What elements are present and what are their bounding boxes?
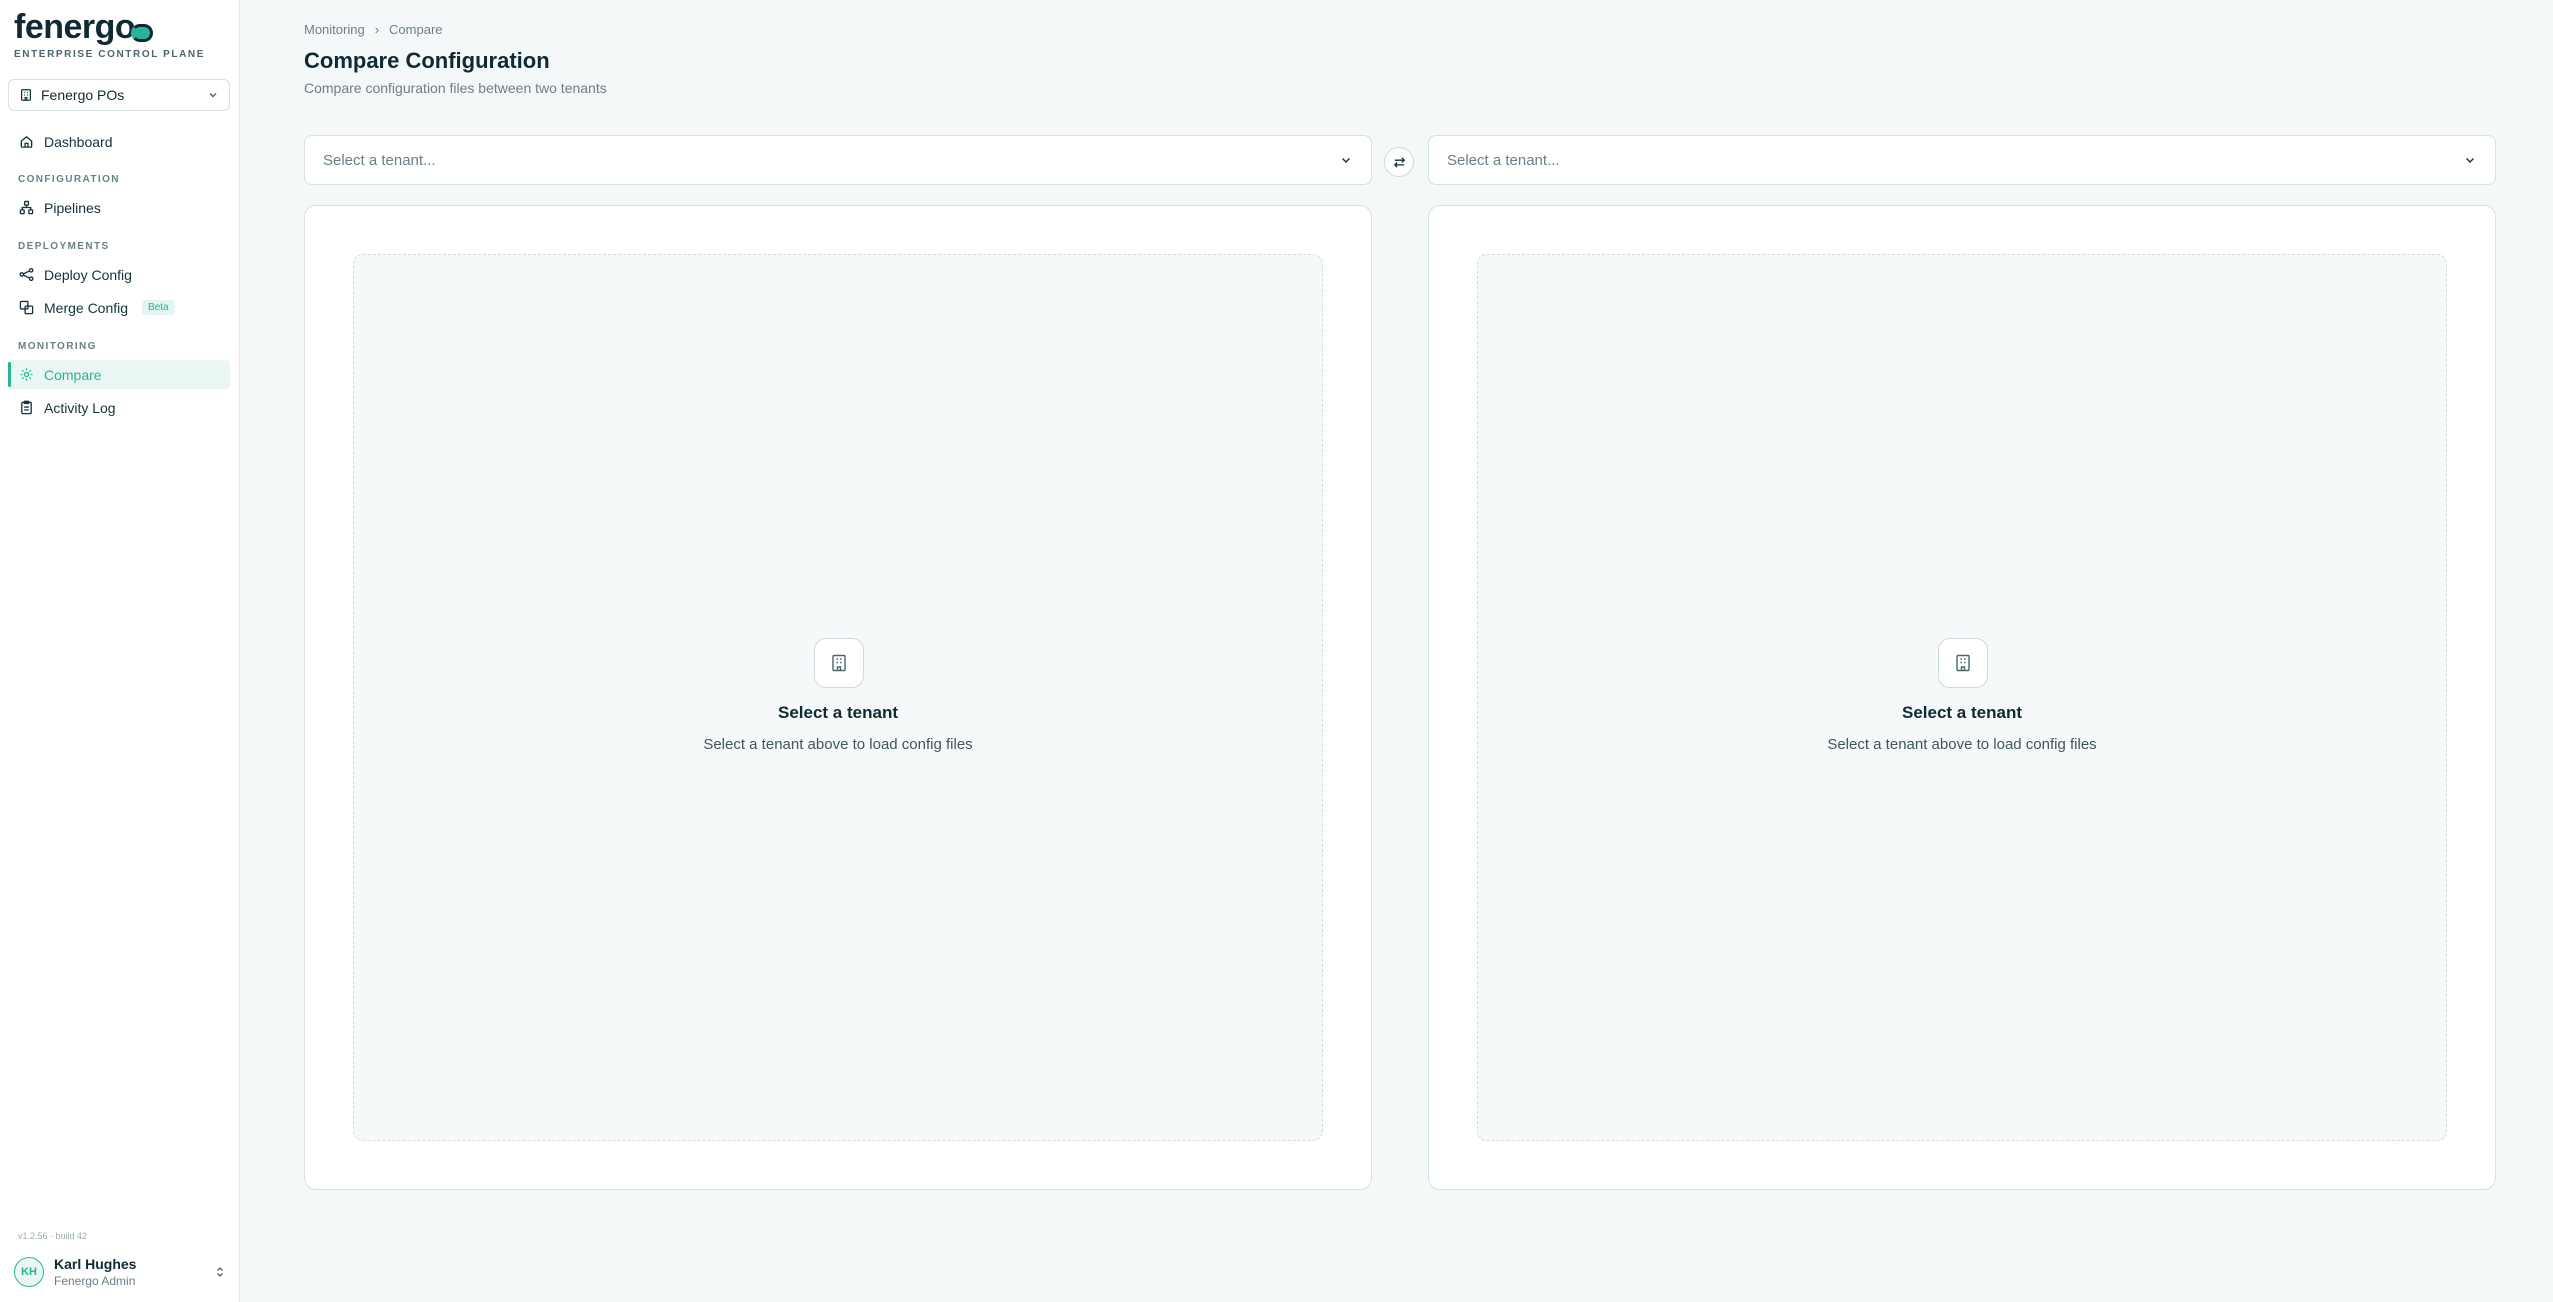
pipeline-icon [19, 200, 34, 215]
sidebar-item-label: Deploy Config [44, 266, 132, 283]
brand-tagline: ENTERPRISE CONTROL PLANE [14, 49, 206, 60]
swap-arrows-icon [1393, 156, 1405, 168]
breadcrumb-monitoring[interactable]: Monitoring [304, 22, 365, 37]
user-menu[interactable]: KH Karl Hughes Fenergo Admin [14, 1254, 226, 1290]
avatar: KH [14, 1257, 44, 1287]
building-icon [814, 638, 864, 688]
sidebar-item-label: Pipelines [44, 199, 101, 216]
sidebar-item-pipelines[interactable]: Pipelines [8, 193, 230, 222]
building-icon [21, 89, 31, 101]
beta-badge: Beta [142, 300, 175, 315]
breadcrumb: Monitoring › Compare [304, 22, 443, 37]
empty-state-title: Select a tenant [1902, 703, 2022, 722]
right-tenant-select[interactable]: Select a tenant... [1428, 135, 2496, 185]
chevron-down-icon [209, 93, 217, 98]
logo[interactable]: fenergo [14, 8, 154, 47]
right-config-panel: Select a tenant Select a tenant above to… [1428, 205, 2496, 1190]
chevron-up-down-icon [217, 1267, 223, 1277]
user-name: Karl Hughes [54, 1256, 137, 1272]
sidebar-item-dashboard[interactable]: Dashboard [8, 127, 230, 156]
sidebar-item-label: Merge Config [44, 299, 129, 316]
workspace-switcher[interactable]: Fenergo POs [8, 79, 230, 111]
sidebar-item-label: Compare [44, 366, 102, 383]
nav-section-deployments: DEPLOYMENTS [18, 241, 110, 252]
sidebar: fenergo ENTERPRISE CONTROL PLANE Fenergo… [0, 0, 240, 1302]
sidebar-item-activity-log[interactable]: Activity Log [8, 393, 230, 422]
clipboard-icon [21, 400, 32, 415]
chevron-down-icon [2466, 158, 2474, 163]
logo-text: fenergo [14, 8, 136, 46]
merge-icon [19, 300, 34, 315]
user-info: Karl Hughes Fenergo Admin [54, 1256, 214, 1288]
page-subtitle: Compare configuration files between two … [304, 80, 607, 96]
right-empty-state: Select a tenant Select a tenant above to… [1477, 254, 2447, 1141]
sidebar-item-label: Dashboard [44, 133, 113, 150]
breadcrumb-separator: › [374, 22, 380, 37]
left-tenant-placeholder: Select a tenant... [323, 151, 436, 169]
swap-tenants-button[interactable] [1384, 147, 1414, 177]
chevron-down-icon [1342, 158, 1350, 163]
share-nodes-icon [19, 267, 34, 282]
left-tenant-select[interactable]: Select a tenant... [304, 135, 1372, 185]
nav-section-configuration: CONFIGURATION [18, 174, 120, 185]
version-label: v1.2.56 · build 42 [18, 1231, 88, 1241]
sidebar-item-compare[interactable]: Compare [8, 360, 230, 389]
right-tenant-placeholder: Select a tenant... [1447, 151, 1560, 169]
nav-section-monitoring: MONITORING [18, 341, 97, 352]
empty-state-subtitle: Select a tenant above to load config fil… [1827, 736, 2097, 753]
sidebar-item-deploy-config[interactable]: Deploy Config [8, 260, 230, 289]
left-config-panel: Select a tenant Select a tenant above to… [304, 205, 1372, 1190]
page-title: Compare Configuration [304, 48, 550, 73]
logo-mark-icon [131, 23, 154, 42]
empty-state-title: Select a tenant [778, 703, 898, 722]
building-icon [1938, 638, 1988, 688]
workspace-label: Fenergo POs [41, 87, 125, 103]
left-empty-state: Select a tenant Select a tenant above to… [353, 254, 1323, 1141]
home-icon [20, 135, 33, 148]
compare-icon [20, 368, 33, 381]
user-role: Fenergo Admin [54, 1274, 136, 1288]
sidebar-item-merge-config[interactable]: Merge Config Beta [8, 293, 230, 322]
sidebar-item-label: Activity Log [44, 399, 116, 416]
breadcrumb-current: Compare [389, 22, 443, 37]
empty-state-subtitle: Select a tenant above to load config fil… [703, 736, 973, 753]
